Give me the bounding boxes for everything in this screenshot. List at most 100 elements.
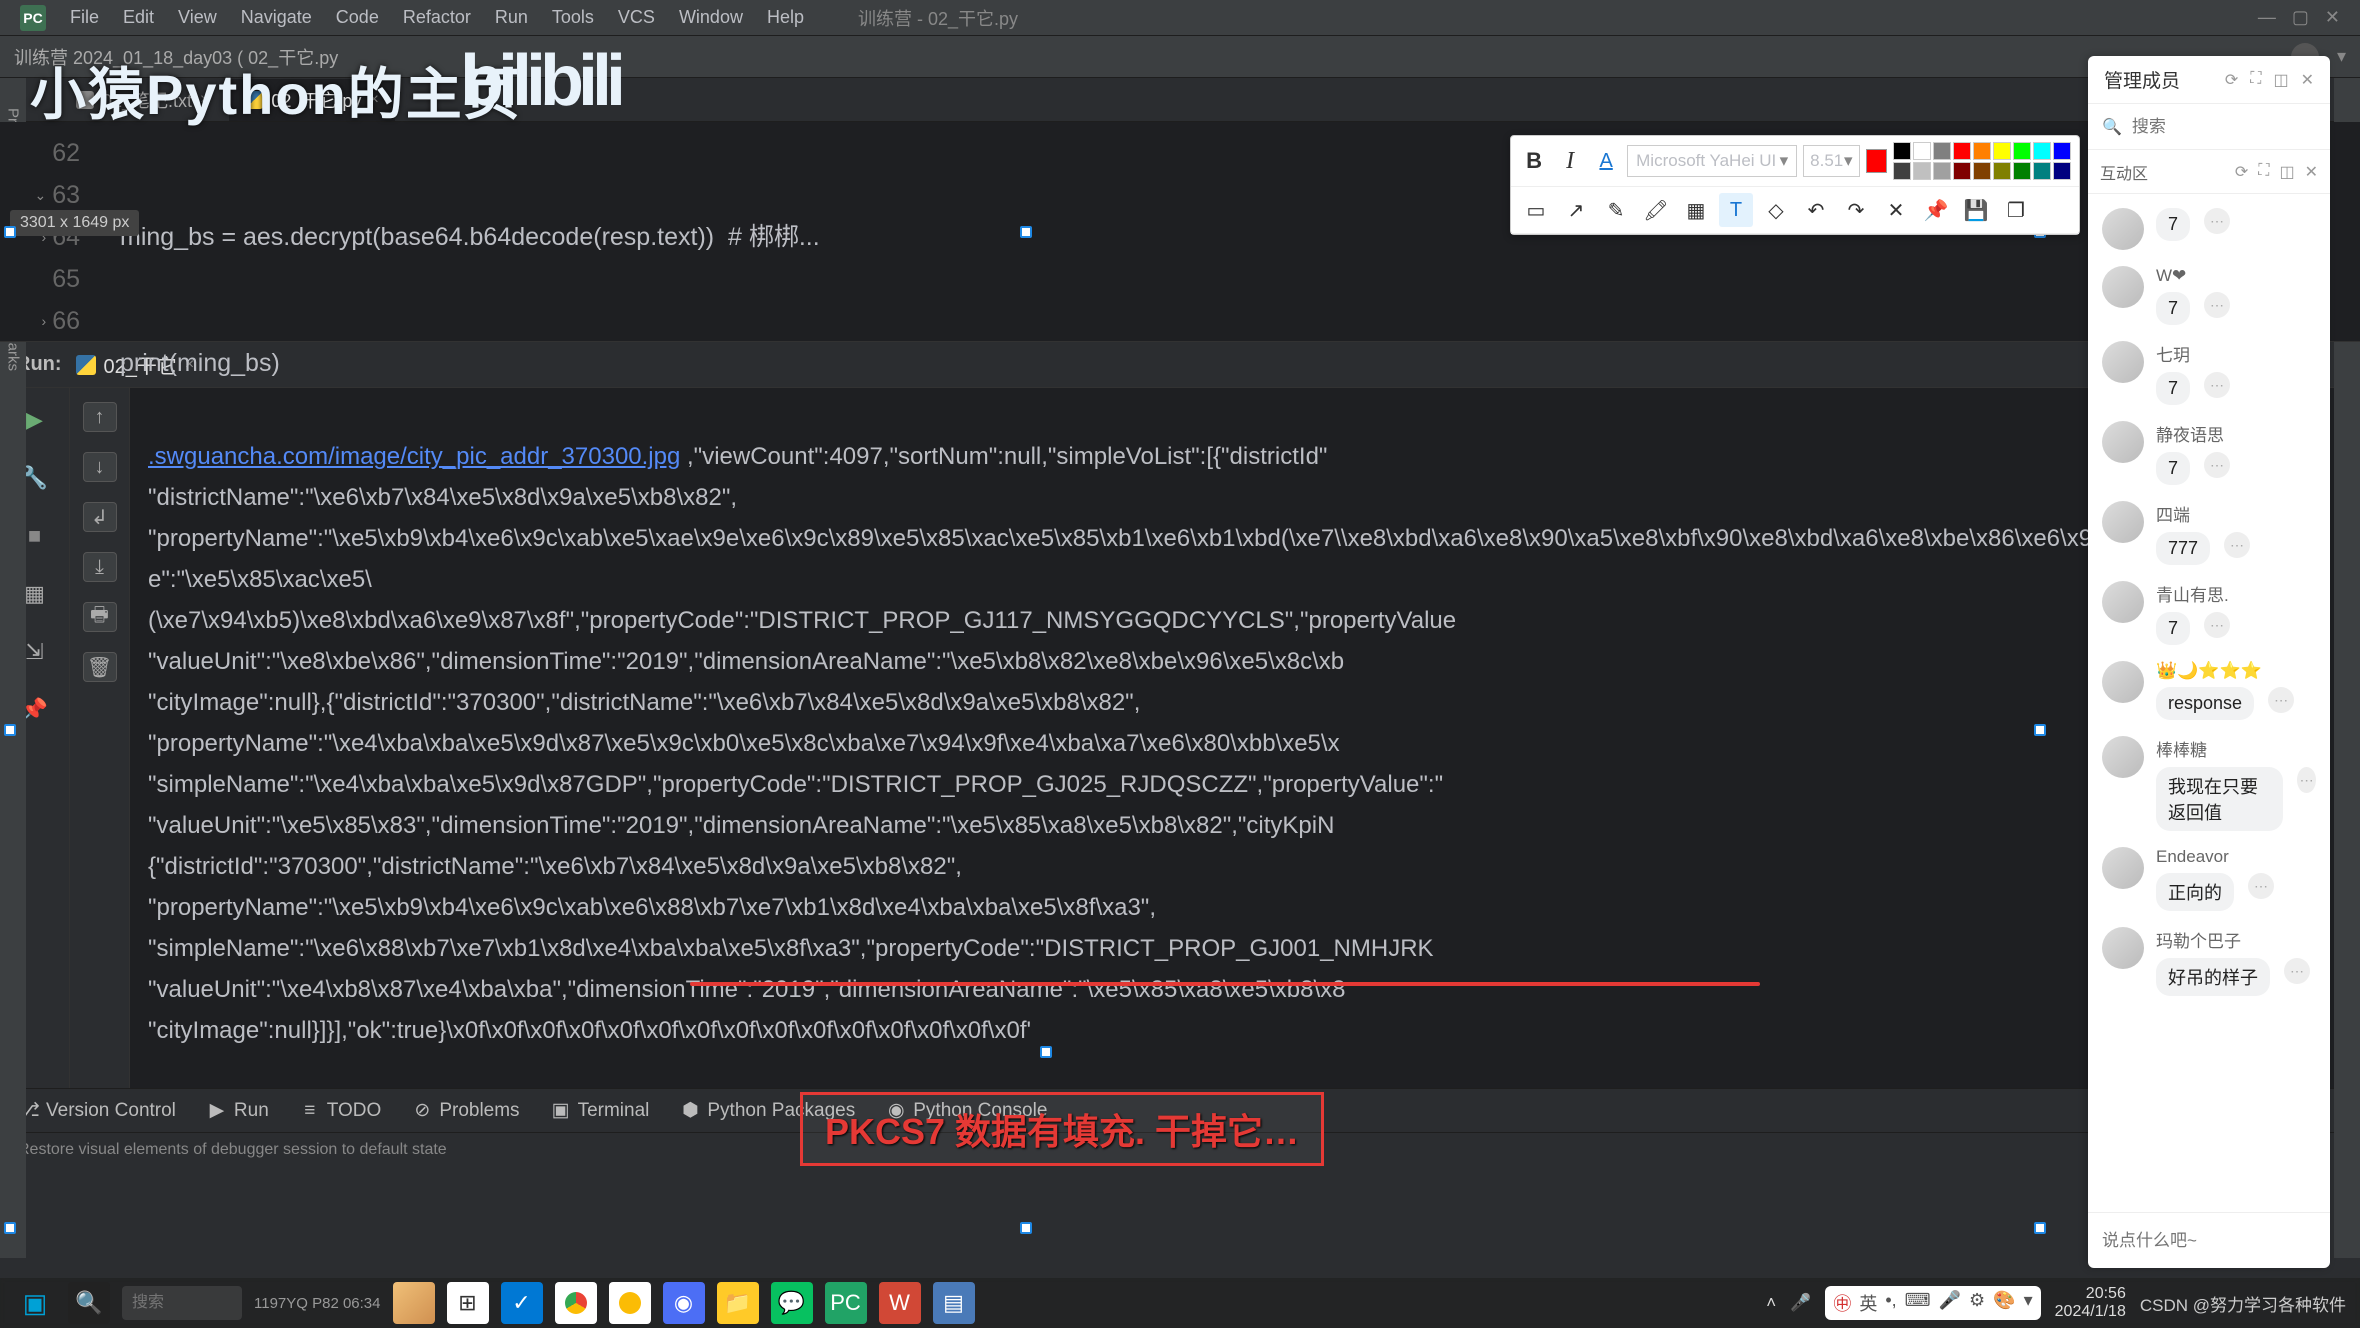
menu-code[interactable]: Code	[336, 7, 379, 28]
chat-avatar[interactable]	[2102, 501, 2144, 543]
ime-toolbar[interactable]: ㊥ 英 •, ⌨ 🎤 ⚙ 🎨 ▾	[1825, 1286, 2040, 1320]
chat-more-icon[interactable]: ⋯	[2204, 208, 2230, 234]
editor-tab-txt[interactable]: 01_笔记.txt ×	[60, 79, 225, 121]
file-explorer-icon[interactable]: 📁	[717, 1282, 759, 1324]
expand-icon[interactable]: ⛶	[2258, 162, 2269, 182]
resize-handle[interactable]	[4, 226, 16, 238]
resize-handle[interactable]	[4, 1222, 16, 1234]
scroll-up-icon[interactable]: ↑	[83, 402, 117, 432]
fold-chevron-icon[interactable]: ›	[42, 300, 47, 342]
clock[interactable]: 20:56 2024/1/18	[2055, 1285, 2126, 1321]
menu-window[interactable]: Window	[679, 7, 743, 28]
tool-problems[interactable]: ⊘Problems	[413, 1100, 519, 1122]
menu-vcs[interactable]: VCS	[618, 7, 655, 28]
app-icon[interactable]: ▤	[933, 1282, 975, 1324]
resize-handle[interactable]	[4, 724, 16, 736]
palette-color[interactable]	[1933, 142, 1951, 160]
chat-avatar[interactable]	[2102, 736, 2144, 778]
tool-terminal[interactable]: ▣Terminal	[552, 1100, 650, 1122]
browser-icon[interactable]: ◉	[663, 1282, 705, 1324]
search-taskbar-icon[interactable]: 🔍	[68, 1282, 110, 1324]
chat-avatar[interactable]	[2102, 661, 2144, 703]
tool-version-control[interactable]: ⎇Version Control	[20, 1100, 176, 1122]
palette-color[interactable]	[1913, 142, 1931, 160]
close-tab-icon[interactable]: ×	[369, 91, 378, 109]
current-color-swatch[interactable]	[1866, 149, 1887, 173]
chat-more-icon[interactable]: ⋯	[2204, 612, 2230, 638]
chat-avatar[interactable]	[2102, 208, 2144, 250]
refresh-icon[interactable]: ⟳	[2225, 70, 2238, 90]
save-icon[interactable]: 💾	[1959, 193, 1993, 227]
popout-icon[interactable]: ◫	[2279, 162, 2294, 182]
palette-color[interactable]	[2033, 162, 2051, 180]
palette-color[interactable]	[1953, 142, 1971, 160]
mosaic-tool-icon[interactable]: ▦	[1679, 193, 1713, 227]
resize-handle[interactable]	[2034, 1222, 2046, 1234]
chrome-canary-icon[interactable]	[609, 1282, 651, 1324]
checkmark-app-icon[interactable]: ✓	[501, 1282, 543, 1324]
pin-icon[interactable]: 📌	[1919, 193, 1953, 227]
scroll-to-end-icon[interactable]: ⤓	[83, 552, 117, 582]
chat-avatar[interactable]	[2102, 581, 2144, 623]
mic-icon[interactable]: 🎤	[1790, 1293, 1811, 1313]
bold-button[interactable]: B	[1519, 144, 1549, 178]
chat-more-icon[interactable]: ⋯	[2224, 532, 2250, 558]
palette-color[interactable]	[1993, 162, 2011, 180]
palette-color[interactable]	[1913, 162, 1931, 180]
palette-color[interactable]	[1953, 162, 1971, 180]
font-color-button[interactable]: A	[1591, 144, 1621, 178]
chat-more-icon[interactable]: ⋯	[2297, 767, 2316, 793]
chat-avatar[interactable]	[2102, 341, 2144, 383]
palette-color[interactable]	[2053, 142, 2071, 160]
close-tab-icon[interactable]: ×	[200, 91, 209, 109]
chat-more-icon[interactable]: ⋯	[2204, 452, 2230, 478]
menu-tools[interactable]: Tools	[552, 7, 594, 28]
minimize-icon[interactable]: —	[2258, 7, 2276, 28]
chat-input[interactable]	[2102, 1231, 2323, 1251]
tool-run[interactable]: ▶Run	[208, 1100, 269, 1122]
print-icon[interactable]: 🖶	[83, 602, 117, 632]
close-icon[interactable]: ✕	[2305, 162, 2318, 182]
editor-tab-py[interactable]: 02_干它.py ×	[229, 79, 394, 121]
palette-color[interactable]	[1973, 142, 1991, 160]
palette-color[interactable]	[2013, 162, 2031, 180]
eraser-tool-icon[interactable]: ◇	[1759, 193, 1793, 227]
menu-navigate[interactable]: Navigate	[241, 7, 312, 28]
highlighter-tool-icon[interactable]: 🖍	[1639, 193, 1673, 227]
resize-handle[interactable]	[1020, 1222, 1032, 1234]
text-tool-icon[interactable]: T	[1719, 193, 1753, 227]
console-url-link[interactable]: .swguancha.com/image/city_pic_addr_37030…	[148, 443, 680, 470]
palette-color[interactable]	[1893, 162, 1911, 180]
menu-refactor[interactable]: Refactor	[403, 7, 471, 28]
pycharm-taskbar-icon[interactable]: PC	[825, 1282, 867, 1324]
chat-more-icon[interactable]: ⋯	[2204, 372, 2230, 398]
scroll-down-icon[interactable]: ↓	[83, 452, 117, 482]
chat-more-icon[interactable]: ⋯	[2284, 958, 2310, 984]
copy-icon[interactable]: ❐	[1999, 193, 2033, 227]
tray-chevron-icon[interactable]: ˄	[1766, 1293, 1776, 1313]
popout-icon[interactable]: ◫	[2273, 70, 2288, 90]
expand-icon[interactable]: ⛶	[2250, 70, 2261, 90]
maximize-icon[interactable]: ▢	[2292, 7, 2309, 28]
taskbar-search-input[interactable]	[122, 1286, 242, 1320]
palette-color[interactable]	[1993, 142, 2011, 160]
bilibili-taskbar-icon[interactable]: ▣	[14, 1282, 56, 1324]
resize-handle[interactable]	[1020, 226, 1032, 238]
cancel-icon[interactable]: ✕	[1879, 193, 1913, 227]
taskbar-app-icon[interactable]	[393, 1282, 435, 1324]
clear-icon[interactable]: 🗑	[83, 652, 117, 682]
resize-handle[interactable]	[2034, 724, 2046, 736]
line-tool-icon[interactable]: ↗	[1559, 193, 1593, 227]
palette-color[interactable]	[2033, 142, 2051, 160]
chat-avatar[interactable]	[2102, 927, 2144, 969]
chat-avatar[interactable]	[2102, 421, 2144, 463]
refresh-icon[interactable]: ⟳	[2235, 162, 2248, 182]
menu-view[interactable]: View	[178, 7, 217, 28]
close-icon[interactable]: ✕	[2301, 70, 2314, 90]
chat-list[interactable]: 7 ⋯ W❤ 7 ⋯ 七玥 7 ⋯ 静夜语思 7 ⋯	[2088, 194, 2330, 1212]
font-family-select[interactable]: Microsoft YaHei UI ▾	[1627, 145, 1797, 177]
chat-more-icon[interactable]: ⋯	[2268, 687, 2294, 713]
task-view-icon[interactable]: ⊞	[447, 1282, 489, 1324]
palette-color[interactable]	[1933, 162, 1951, 180]
italic-button[interactable]: I	[1555, 144, 1585, 178]
